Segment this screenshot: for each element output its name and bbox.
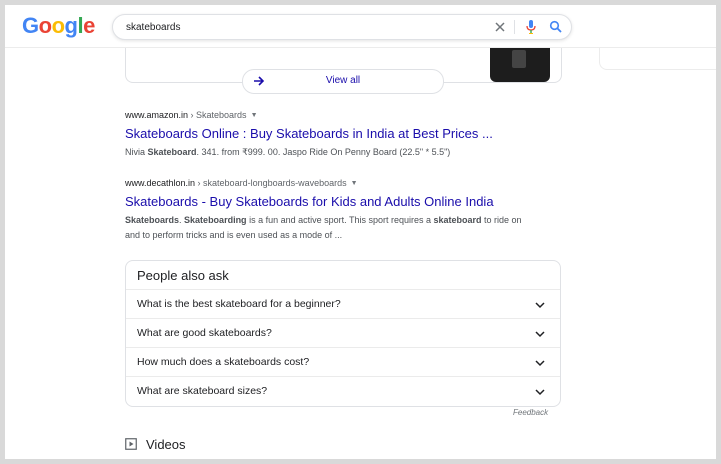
logo-letter: G <box>22 13 39 38</box>
people-also-ask: People also ask What is the best skatebo… <box>125 260 561 407</box>
paa-question[interactable]: How much does a skateboards cost? <box>126 347 560 377</box>
result-path: › Skateboards <box>188 110 247 120</box>
chevron-down-icon[interactable] <box>534 328 546 340</box>
search-icon[interactable] <box>549 20 563 34</box>
people-also-ask-title: People also ask <box>137 268 229 283</box>
play-icon <box>125 438 137 450</box>
search-result: www.amazon.in › Skateboards ▼ Skateboards… <box>125 109 585 160</box>
result-title-link[interactable]: Skateboards Online : Buy Skateboards in … <box>125 126 585 142</box>
snippet-keyword: skateboard <box>433 215 482 225</box>
view-all-button[interactable]: View all <box>242 69 444 94</box>
paa-question[interactable]: What is the best skateboard for a beginn… <box>126 289 560 319</box>
paa-question[interactable]: What are good skateboards? <box>126 318 560 348</box>
search-box[interactable] <box>112 14 572 40</box>
result-url[interactable]: www.decathlon.in › skateboard-longboards… <box>125 177 585 189</box>
result-domain: www.amazon.in <box>125 110 189 120</box>
paa-question[interactable]: What are skateboard sizes? <box>126 376 560 406</box>
result-domain: www.decathlon.in <box>125 178 196 188</box>
caret-down-icon[interactable]: ▼ <box>251 110 258 122</box>
videos-title: Videos <box>146 437 186 452</box>
close-icon[interactable] <box>493 20 507 34</box>
paa-question-text: How much does a skateboards cost? <box>137 356 310 368</box>
chevron-down-icon[interactable] <box>534 357 546 369</box>
paa-question-text: What are skateboard sizes? <box>137 385 268 397</box>
logo-letter: o <box>38 13 52 38</box>
video-thumbnail[interactable] <box>490 42 550 82</box>
logo-letter: o <box>51 13 65 38</box>
snippet-keyword: Skateboarding <box>184 215 247 225</box>
view-all-label: View all <box>325 75 361 86</box>
paa-question-text: What are good skateboards? <box>137 327 272 339</box>
search-header: Google <box>5 5 716 48</box>
result-snippet: Skateboards. Skateboarding is a fun and … <box>125 213 530 243</box>
chevron-down-icon[interactable] <box>534 299 546 311</box>
result-path: › skateboard-longboards-waveboards <box>195 178 347 188</box>
search-result: www.decathlon.in › skateboard-longboards… <box>125 177 585 243</box>
search-divider <box>514 20 515 34</box>
chevron-down-icon[interactable] <box>534 386 546 398</box>
result-url[interactable]: www.amazon.in › Skateboards ▼ <box>125 109 585 121</box>
search-input[interactable] <box>126 18 466 36</box>
logo-letter: g <box>64 13 78 38</box>
result-title-link[interactable]: Skateboards - Buy Skateboards for Kids a… <box>125 194 585 210</box>
browser-viewport: Google View all <box>5 5 716 459</box>
microphone-icon[interactable] <box>524 19 538 35</box>
snippet-keyword: Skateboards <box>125 215 180 225</box>
logo-letter: e <box>83 13 95 38</box>
feedback-link[interactable]: Feedback <box>513 408 548 417</box>
caret-down-icon[interactable]: ▼ <box>351 178 358 190</box>
snippet-keyword: Skateboard <box>147 147 197 157</box>
google-logo[interactable]: Google <box>22 13 95 39</box>
snippet-text: Nivia <box>125 147 148 157</box>
result-snippet: Nivia Skateboard. 341. from ₹999. 00. Ja… <box>125 145 530 160</box>
snippet-text: . 341. from ₹999. 00. Jaspo Ride On Penn… <box>196 147 451 157</box>
paa-question-text: What is the best skateboard for a beginn… <box>137 298 341 310</box>
snippet-text: is a fun and active sport. This sport re… <box>246 215 434 225</box>
